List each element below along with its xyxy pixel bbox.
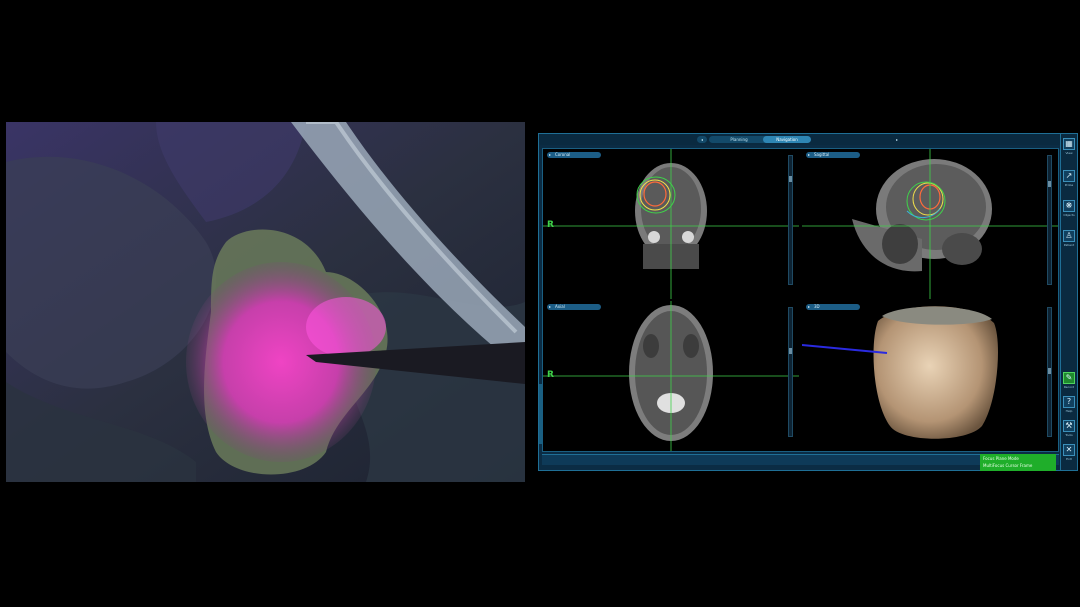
person-icon[interactable]: ♙ bbox=[1063, 230, 1075, 242]
tab-planning[interactable]: Planning bbox=[709, 136, 769, 143]
sagittal-viewport[interactable]: Sagittal bbox=[802, 149, 1058, 299]
viewport-label-coronal[interactable]: Coronal bbox=[547, 152, 601, 158]
viewport-label-3d[interactable]: 3D bbox=[806, 304, 860, 310]
coronal-image bbox=[543, 149, 799, 299]
slider-thumb[interactable] bbox=[1048, 368, 1051, 374]
left-collapse-strip[interactable] bbox=[539, 384, 542, 444]
slice-slider[interactable] bbox=[1047, 155, 1052, 285]
slice-slider[interactable] bbox=[788, 155, 793, 285]
slider-thumb[interactable] bbox=[789, 176, 792, 182]
viewport-label-sagittal[interactable]: Sagittal bbox=[806, 152, 860, 158]
viewport-grid: Coronal R Sagittal bbox=[542, 148, 1059, 452]
right-toolbar: ▦ View ↗ Probe ❋ Objects ♙ Patient ✎ Rec… bbox=[1060, 134, 1077, 470]
microscope-view bbox=[6, 122, 525, 482]
surgical-video-feed bbox=[6, 122, 525, 482]
slice-slider[interactable] bbox=[1047, 307, 1052, 437]
toolbar-label-tools: Tools bbox=[1065, 433, 1073, 437]
toolbar-label-record: Record bbox=[1063, 385, 1075, 389]
status-badge: Focus Plane Mode MultiFocus Cursor Frame bbox=[980, 454, 1056, 471]
status-line-2: MultiFocus Cursor Frame bbox=[983, 463, 1033, 468]
orientation-marker: R bbox=[547, 220, 554, 230]
layout-icon[interactable]: ▦ bbox=[1063, 138, 1075, 150]
toolbar-label-patient: Patient bbox=[1063, 243, 1075, 247]
tab-next-arrow[interactable]: ▸ bbox=[894, 136, 900, 143]
toolbar-label-help: Help bbox=[1065, 409, 1073, 413]
slice-slider[interactable] bbox=[788, 307, 793, 437]
brain-icon[interactable]: ❋ bbox=[1063, 200, 1075, 212]
sagittal-image bbox=[802, 149, 1058, 299]
3d-viewport[interactable]: 3D bbox=[802, 301, 1058, 451]
tab-prev-arrow[interactable]: ◂ bbox=[697, 136, 707, 143]
green-tool-icon[interactable]: ✎ bbox=[1063, 372, 1075, 384]
help-icon[interactable]: ? bbox=[1063, 396, 1075, 408]
pointer-icon[interactable]: ↗ bbox=[1063, 170, 1075, 182]
toolbar-label-objects: Objects bbox=[1063, 213, 1075, 217]
3d-rendering bbox=[802, 306, 998, 439]
coronal-viewport[interactable]: Coronal R bbox=[543, 149, 799, 299]
orientation-marker: R bbox=[547, 370, 554, 380]
toolbar-label-view: View bbox=[1065, 151, 1073, 155]
tab-navigation[interactable]: Navigation bbox=[763, 136, 811, 143]
top-tab-bar: ◂ Planning Navigation ▸ bbox=[539, 134, 1077, 145]
slider-thumb[interactable] bbox=[789, 348, 792, 354]
toolbar-label-exit: Exit bbox=[1066, 457, 1072, 461]
slider-thumb[interactable] bbox=[1048, 181, 1051, 187]
status-line-1: Focus Plane Mode bbox=[983, 456, 1019, 461]
viewport-label-axial[interactable]: Axial bbox=[547, 304, 601, 310]
navigation-app-window: ◂ Planning Navigation ▸ Coronal R bbox=[538, 133, 1078, 471]
axial-image bbox=[543, 301, 799, 451]
close-icon[interactable]: ✕ bbox=[1063, 444, 1075, 456]
wrench-icon[interactable]: ⚒ bbox=[1063, 420, 1075, 432]
toolbar-label-probe: Probe bbox=[1064, 183, 1074, 187]
axial-viewport[interactable]: Axial R bbox=[543, 301, 799, 451]
